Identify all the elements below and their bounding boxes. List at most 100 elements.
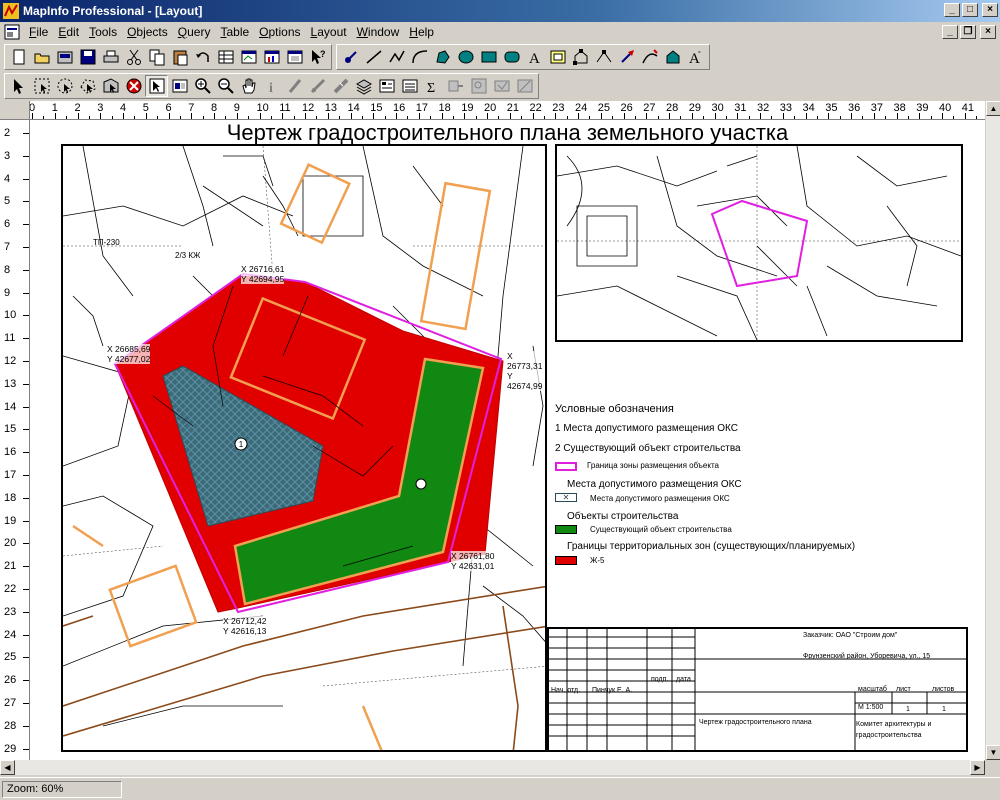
symbol-style-button[interactable] <box>615 46 638 68</box>
layout-canvas[interactable]: Чертеж градостроительного плана земельно… <box>30 120 985 760</box>
title-block[interactable]: Заказчик: ОАО "Строим дом" Фрунзенский р… <box>547 627 968 752</box>
rounded-rect-button[interactable] <box>500 46 523 68</box>
text-button[interactable]: A <box>523 46 546 68</box>
toolbar-row-1: ? A A ° <box>4 43 714 71</box>
ruler-tick <box>23 657 29 659</box>
ruler-tick <box>452 116 454 119</box>
ruler-tick <box>293 116 295 119</box>
polygon-button[interactable] <box>431 46 454 68</box>
menu-query[interactable]: Query <box>173 25 216 39</box>
cut-button[interactable] <box>122 46 145 68</box>
region-style-button[interactable] <box>661 46 684 68</box>
overview-map-frame[interactable] <box>555 144 963 342</box>
menu-edit[interactable]: Edit <box>53 25 84 39</box>
show-legend-button[interactable] <box>375 75 398 97</box>
copy-button[interactable] <box>145 46 168 68</box>
help-pointer-button[interactable]: ? <box>306 46 329 68</box>
clip-button[interactable] <box>490 75 513 97</box>
open-workspace-button[interactable] <box>53 46 76 68</box>
undo-button[interactable] <box>191 46 214 68</box>
find-button[interactable] <box>467 75 490 97</box>
info-button[interactable]: i <box>260 75 283 97</box>
graph-select-button[interactable] <box>145 75 168 97</box>
maximize-button[interactable]: □ <box>962 3 978 17</box>
label-button[interactable] <box>283 75 306 97</box>
menu-layout[interactable]: Layout <box>306 25 352 39</box>
add-node-button[interactable] <box>592 46 615 68</box>
zoom-in-icon <box>194 78 211 94</box>
open-button[interactable] <box>30 46 53 68</box>
svg-text:?: ? <box>320 49 326 59</box>
new-grapher-button[interactable] <box>260 46 283 68</box>
scroll-up-button[interactable]: ▲ <box>986 101 1000 116</box>
mapinfo-app-icon[interactable] <box>3 3 19 19</box>
marquee-select-button[interactable] <box>30 75 53 97</box>
select-button[interactable] <box>7 75 30 97</box>
hotlink-button[interactable] <box>444 75 467 97</box>
scroll-left-button[interactable]: ◀ <box>0 760 15 775</box>
symbol-button[interactable] <box>339 46 362 68</box>
new-mapper-button[interactable] <box>237 46 260 68</box>
boundary-select-button[interactable] <box>99 75 122 97</box>
menu-table[interactable]: Table <box>215 25 254 39</box>
scroll-down-button[interactable]: ▼ <box>986 745 1000 760</box>
drag-map-button[interactable] <box>306 75 329 97</box>
invert-selection-button[interactable] <box>168 75 191 97</box>
layout-title[interactable]: Чертеж градостроительного плана земельно… <box>30 120 985 146</box>
zoom-in-button[interactable] <box>191 75 214 97</box>
h-ruler-label: 36 <box>848 102 861 114</box>
ruler-tick <box>339 116 341 119</box>
line-style-button[interactable] <box>638 46 661 68</box>
menu-help[interactable]: Help <box>404 25 439 39</box>
line-button[interactable] <box>362 46 385 68</box>
menu-tools[interactable]: Tools <box>84 25 122 39</box>
polyline-button[interactable] <box>385 46 408 68</box>
menu-window[interactable]: Window <box>352 25 405 39</box>
doc-restore-button[interactable]: ❐ <box>960 25 976 39</box>
sum-button[interactable]: Σ <box>421 75 444 97</box>
save-button[interactable] <box>76 46 99 68</box>
vertical-scrollbar[interactable]: ▲ ▼ <box>985 101 1000 760</box>
save-icon <box>80 49 95 65</box>
title-bar[interactable]: MapInfo Professional - [Layout] _ □ × <box>0 0 1000 22</box>
polygon-select-button[interactable] <box>76 75 99 97</box>
ruler-button[interactable] <box>329 75 352 97</box>
close-button[interactable]: × <box>982 3 998 17</box>
rectangle-button[interactable] <box>477 46 500 68</box>
paste-button[interactable] <box>168 46 191 68</box>
minimize-button[interactable]: _ <box>944 3 960 17</box>
ruler-tick <box>23 361 29 362</box>
ruler-icon <box>333 78 348 94</box>
frame-button[interactable] <box>546 46 569 68</box>
new-browser-button[interactable] <box>214 46 237 68</box>
scroll-right-button[interactable]: ▶ <box>970 760 985 775</box>
reshape-button[interactable] <box>569 46 592 68</box>
doc-close-button[interactable]: × <box>980 25 996 39</box>
radius-select-button[interactable] <box>53 75 76 97</box>
layout-document-icon[interactable] <box>4 24 20 40</box>
menu-objects[interactable]: Objects <box>122 25 173 39</box>
zoom-out-button[interactable] <box>214 75 237 97</box>
main-map-frame[interactable]: 1 ТП-230 2/3 КЖ X 26716,61 Y 42694,95 X 2… <box>61 144 547 752</box>
horizontal-scrollbar[interactable]: ◀ ▶ <box>0 760 985 775</box>
new-button[interactable] <box>7 46 30 68</box>
overview-map-drawing <box>557 146 961 340</box>
h-ruler-label: 16 <box>393 102 406 114</box>
v-ruler-label: 4 <box>4 172 11 185</box>
print-button[interactable] <box>99 46 122 68</box>
ruler-tick <box>23 429 29 431</box>
grabber-button[interactable] <box>237 75 260 97</box>
layer-control-button[interactable] <box>352 75 375 97</box>
redistrict-button[interactable] <box>513 75 536 97</box>
ruler-tick <box>202 116 204 119</box>
menu-options[interactable]: Options <box>254 25 305 39</box>
text-style-button[interactable]: A ° <box>684 46 707 68</box>
arc-button[interactable] <box>408 46 431 68</box>
ellipse-button[interactable] <box>454 46 477 68</box>
doc-minimize-button[interactable]: _ <box>942 25 958 39</box>
statistics-button[interactable] <box>398 75 421 97</box>
menu-file[interactable]: File <box>24 25 53 39</box>
svg-text:Σ: Σ <box>427 81 435 95</box>
unselect-all-button[interactable] <box>122 75 145 97</box>
new-layout-button[interactable] <box>283 46 306 68</box>
